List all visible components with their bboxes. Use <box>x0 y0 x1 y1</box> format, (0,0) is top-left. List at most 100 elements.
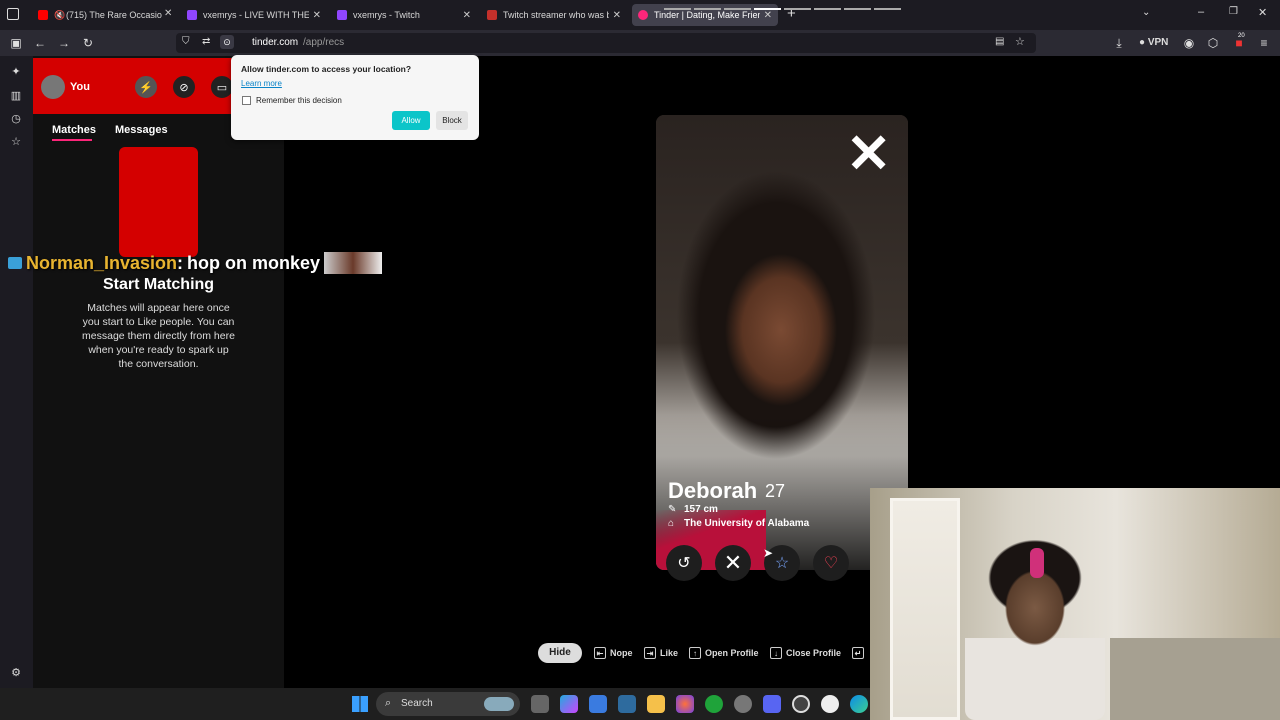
close-icon[interactable]: ✕ <box>313 10 321 21</box>
tinder-icon <box>638 10 648 20</box>
down-arrow-key-icon: ↓ <box>770 647 782 659</box>
forward-icon[interactable]: → <box>55 34 73 52</box>
search-label: Search <box>401 698 433 709</box>
windows-taskbar: ⌕ Search <box>0 688 870 720</box>
empty-line: the conversation. <box>118 358 199 370</box>
allow-button[interactable]: Allow <box>392 111 430 130</box>
task-view-icon[interactable] <box>531 695 549 713</box>
extensions-icon[interactable]: ⬡ <box>1204 34 1222 52</box>
windows-start-icon[interactable] <box>352 696 368 712</box>
url-bar[interactable]: ⛉ ⇄ ⊙ tinder.com /app/recs ▤ ☆ <box>176 33 1036 53</box>
profile-name[interactable]: You <box>70 81 90 93</box>
tab-twitch-streamer[interactable]: Twitch streamer who was banne ✕ <box>481 4 627 26</box>
photo-indicator <box>784 8 811 10</box>
restore-icon[interactable]: ❐ <box>1229 6 1238 17</box>
hint-label: Close Profile <box>786 648 842 658</box>
hint-nope: ⇤ Nope <box>594 645 633 661</box>
close-window-icon[interactable]: ✕ <box>1258 6 1267 19</box>
chat-message: hop on monkey <box>187 252 321 273</box>
tab-strip: 🔇 (715) The Rare Occasions - ✕ vxemrys -… <box>0 0 1280 30</box>
close-icon[interactable]: ✕ <box>764 10 772 21</box>
app-icon[interactable] <box>618 695 636 713</box>
minimize-icon[interactable]: – <box>1198 6 1204 18</box>
menu-icon[interactable]: ≡ <box>1255 34 1273 52</box>
tab-vxemrys-live[interactable]: vxemrys - LIVE WITH THE BLAC ✕ <box>181 4 327 26</box>
sparkle-icon[interactable]: ✦ <box>8 64 24 80</box>
history-icon[interactable]: ◷ <box>8 111 24 127</box>
location-permission-popup: Allow tinder.com to access your location… <box>231 55 479 140</box>
popup-title: Allow tinder.com to access your location… <box>241 64 412 74</box>
profile-school: The University of Alabama <box>684 518 810 529</box>
reload-icon[interactable]: ↻ <box>79 34 97 52</box>
account-icon[interactable]: ◉ <box>1180 34 1198 52</box>
sidebar-toggle-icon[interactable]: ▣ <box>7 34 25 52</box>
chat-username: Norman_Invasion <box>26 252 178 273</box>
match-placeholder-card <box>119 147 198 257</box>
block-button[interactable]: Block <box>436 111 468 130</box>
close-icon[interactable]: ✕ <box>164 8 172 19</box>
tab-label: (715) The Rare Occasions - <box>66 10 162 20</box>
photo-indicator-active <box>754 8 781 10</box>
boost-icon[interactable]: ⚡ <box>135 76 157 98</box>
copilot-icon[interactable] <box>560 695 578 713</box>
chatgpt-icon[interactable] <box>821 695 839 713</box>
xbox-icon[interactable] <box>705 695 723 713</box>
store-icon[interactable] <box>589 695 607 713</box>
reader-icon[interactable]: ▤ <box>995 36 1004 47</box>
profile-age: 27 <box>765 481 786 501</box>
twitch-icon <box>187 10 197 20</box>
star-icon[interactable]: ☆ <box>1015 35 1025 48</box>
back-icon[interactable]: ← <box>31 34 49 52</box>
tab-label: Tinder | Dating, Make Friends & <box>654 10 760 20</box>
remember-checkbox[interactable] <box>242 96 251 105</box>
settings-icon[interactable]: ⚙ <box>8 665 24 681</box>
couch <box>1110 638 1280 720</box>
empty-line: when you're ready to spark up <box>88 344 229 356</box>
close-icon[interactable]: ✕ <box>463 10 471 21</box>
download-icon[interactable]: ⤓ <box>1110 34 1128 52</box>
shield-icon[interactable]: ⛉ <box>182 36 190 47</box>
settings-app-icon[interactable] <box>734 695 752 713</box>
briefcase-icon[interactable]: ▭ <box>211 76 233 98</box>
close-profile-icon[interactable]: ✕ <box>846 124 891 184</box>
bookmarks-icon[interactable]: ☆ <box>8 134 24 150</box>
bookshelf <box>890 498 960 720</box>
tabs-icon[interactable]: ▥ <box>8 88 24 104</box>
hint-label: Like <box>660 648 679 658</box>
left-arrow-key-icon: ⇤ <box>594 647 606 659</box>
tab-vxemrys-twitch[interactable]: vxemrys - Twitch ✕ <box>331 4 477 26</box>
edge-icon[interactable] <box>850 695 868 713</box>
remember-label: Remember this decision <box>256 96 342 105</box>
rewind-button[interactable]: ↺ <box>666 545 702 581</box>
firefox-icon[interactable] <box>676 695 694 713</box>
tab-list-icon[interactable] <box>7 8 19 20</box>
right-arrow-key-icon: ⇥ <box>644 647 656 659</box>
tab-label: vxemrys - Twitch <box>353 10 420 20</box>
url-path: /app/recs <box>303 37 345 48</box>
chevron-down-icon[interactable]: ⌄ <box>1142 7 1150 18</box>
hint-label: Nope <box>610 648 633 658</box>
avatar[interactable] <box>41 75 65 99</box>
browser-sidebar: ✦ ▥ ◷ ☆ ⚙ <box>0 56 33 688</box>
like-button[interactable]: ♡ <box>813 545 849 581</box>
hide-hints-button[interactable]: Hide <box>538 643 582 663</box>
permissions-icon[interactable]: ⇄ <box>202 36 210 47</box>
taskbar-search[interactable]: ⌕ Search <box>376 692 520 716</box>
vpn-button[interactable]: ● VPN <box>1139 37 1168 48</box>
tab-messages[interactable]: Messages <box>115 124 168 136</box>
file-explorer-icon[interactable] <box>647 695 665 713</box>
badge-count: 20 <box>1238 33 1245 39</box>
nope-button[interactable]: ✕ <box>715 545 751 581</box>
discord-icon[interactable] <box>763 695 781 713</box>
hint-next: ↵ <box>852 645 864 661</box>
learn-more-link[interactable]: Learn more <box>241 79 282 88</box>
close-icon[interactable]: ✕ <box>613 10 621 21</box>
badge-icon <box>8 257 22 269</box>
explore-icon[interactable]: ⊘ <box>173 76 195 98</box>
search-icon: ⌕ <box>385 697 392 709</box>
photo-indicator <box>874 8 901 10</box>
obs-icon[interactable] <box>792 695 810 713</box>
location-icon[interactable]: ⊙ <box>220 35 234 49</box>
chat-overlay: Norman_Invasion: hop on monkey <box>8 252 383 274</box>
tab-matches[interactable]: Matches <box>52 124 96 136</box>
